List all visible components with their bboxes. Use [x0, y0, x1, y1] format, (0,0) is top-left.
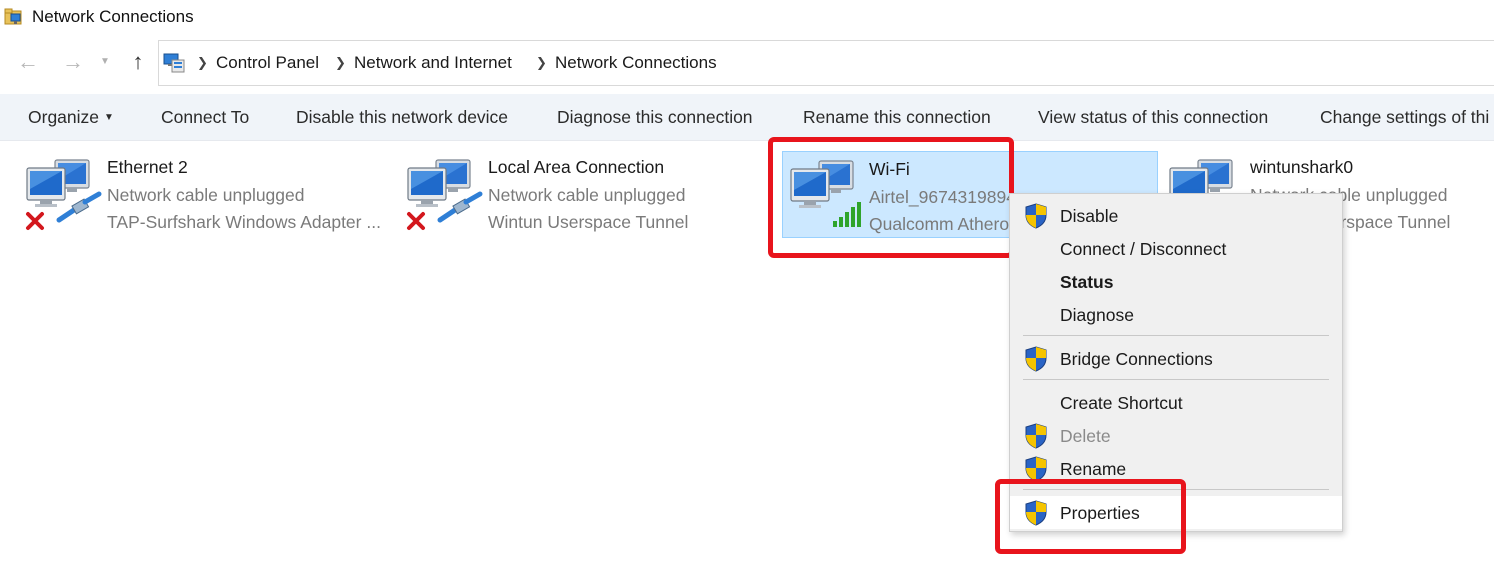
uac-shield-icon — [1025, 423, 1047, 449]
disable-device-button[interactable]: Disable this network device — [296, 107, 508, 128]
rename-connection-button[interactable]: Rename this connection — [803, 107, 991, 128]
adapter-device: TAP-Surfshark Windows Adapter ... — [107, 212, 381, 232]
breadcrumb-network-and-internet[interactable]: Network and Internet — [354, 53, 512, 73]
arrow-up-icon: ↑ — [132, 49, 144, 74]
menu-item-label: Rename — [1060, 459, 1127, 479]
adapter-status: Network cable unplugged — [107, 185, 305, 205]
chevron-down-icon: ▼ — [100, 56, 110, 67]
control-panel-icon — [163, 53, 185, 73]
uac-shield-icon — [1025, 346, 1047, 372]
menu-item-label: Disable — [1060, 206, 1119, 226]
adapter-status: Network cable unplugged — [488, 185, 686, 205]
up-button[interactable]: ↑ — [124, 48, 152, 76]
wifi-highlight-box — [768, 137, 1014, 258]
back-button[interactable]: ← — [14, 48, 42, 76]
title-bar: Network Connections — [0, 0, 1494, 38]
connect-to-button[interactable]: Connect To — [161, 107, 249, 128]
organize-label: Organize — [28, 107, 100, 127]
forward-button[interactable]: → — [59, 48, 87, 76]
arrow-right-icon: → — [62, 49, 84, 74]
menu-item-label: Delete — [1060, 426, 1111, 446]
diagnose-connection-button[interactable]: Diagnose this connection — [557, 107, 753, 128]
adapter-device: Wintun Userspace Tunnel — [488, 212, 689, 232]
menu-item-label: Bridge Connections — [1060, 349, 1213, 369]
adapter-name: Ethernet 2 — [107, 157, 188, 177]
change-settings-button[interactable]: Change settings of thi — [1320, 107, 1489, 128]
organize-button[interactable]: Organize ▼ — [28, 107, 114, 128]
address-row: ← → ▼ ↑ ❯ Control Panel ❯ Network and In… — [0, 38, 1494, 92]
adapter-name: wintunshark0 — [1250, 157, 1354, 177]
menu-item-create-shortcut[interactable]: Create Shortcut — [1010, 386, 1342, 419]
adapter-ethernet-2[interactable]: Ethernet 2 Network cable unplugged TAP-S… — [25, 150, 390, 238]
menu-item-bridge-connections[interactable]: Bridge Connections — [1010, 342, 1342, 375]
view-status-button[interactable]: View status of this connection — [1038, 107, 1268, 128]
network-adapter-icon — [407, 159, 483, 230]
breadcrumb-separator-icon: ❯ — [536, 55, 547, 70]
menu-separator — [1023, 379, 1329, 380]
breadcrumb-separator-icon: ❯ — [335, 55, 346, 70]
properties-highlight-box — [995, 479, 1186, 554]
recent-locations-button[interactable]: ▼ — [95, 48, 115, 76]
menu-item-label: Diagnose — [1060, 305, 1134, 325]
command-bar: Organize ▼ Connect To Disable this networ… — [0, 94, 1494, 141]
red-x-icon — [407, 212, 425, 230]
network-folder-icon — [4, 8, 22, 25]
window-title: Network Connections — [32, 7, 194, 26]
adapter-name: Local Area Connection — [488, 157, 665, 177]
arrow-left-icon: ← — [17, 49, 39, 74]
breadcrumb-control-panel[interactable]: Control Panel — [216, 53, 319, 73]
address-bar[interactable]: ❯ Control Panel ❯ Network and Internet ❯… — [158, 40, 1494, 86]
menu-item-diagnose[interactable]: Diagnose — [1010, 298, 1342, 331]
caret-down-icon: ▼ — [104, 112, 114, 123]
adapter-local-area-connection[interactable]: Local Area Connection Network cable unpl… — [406, 150, 771, 238]
network-adapter-icon — [26, 159, 102, 230]
breadcrumb-network-connections[interactable]: Network Connections — [555, 53, 717, 73]
menu-item-delete: Delete — [1010, 419, 1342, 452]
menu-item-status[interactable]: Status — [1010, 265, 1342, 298]
menu-item-connect-disconnect[interactable]: Connect / Disconnect — [1010, 232, 1342, 265]
menu-item-label: Create Shortcut — [1060, 393, 1183, 413]
menu-separator — [1023, 335, 1329, 336]
breadcrumb-separator-icon: ❯ — [197, 55, 208, 70]
red-x-icon — [26, 212, 44, 230]
uac-shield-icon — [1025, 203, 1047, 229]
menu-item-disable[interactable]: Disable — [1010, 199, 1342, 232]
menu-item-label: Connect / Disconnect — [1060, 239, 1227, 259]
menu-item-label: Status — [1060, 272, 1114, 292]
